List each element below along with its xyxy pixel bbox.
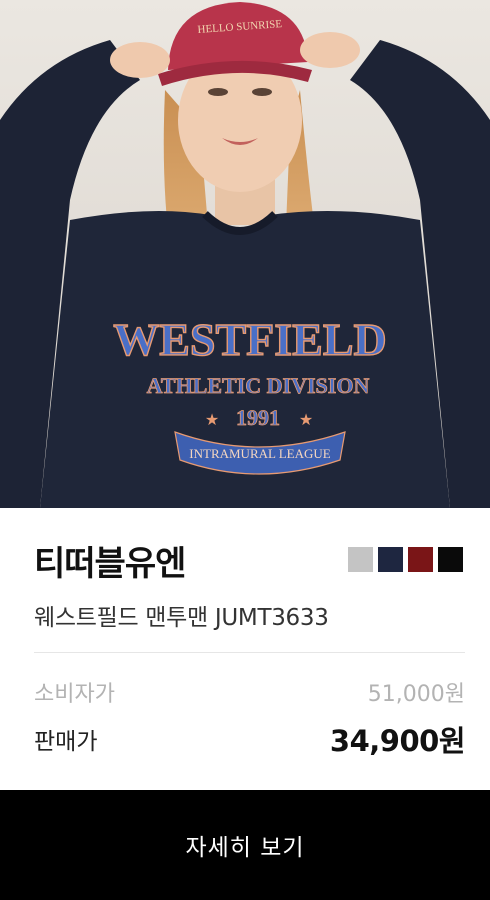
color-swatch-navy[interactable] [378,547,403,572]
print-line-2: ATHLETIC DIVISION [147,373,370,398]
star-icon: ★ [299,410,313,429]
sale-price: 34,900원 [329,724,466,758]
color-swatch-gray[interactable] [348,547,373,572]
color-swatch-black[interactable] [438,547,463,572]
product-image[interactable]: HELLO SUNRISE WESTFIELD ATHLETIC DIVISIO… [0,0,490,508]
color-swatches [348,547,463,572]
product-name[interactable]: 웨스트필드 맨투맨 JUMT3633 [34,598,329,632]
retail-price: 51,000원 [367,682,465,707]
print-banner: INTRAMURAL LEAGUE [189,446,330,461]
color-swatch-red[interactable] [408,547,433,572]
product-photo: HELLO SUNRISE WESTFIELD ATHLETIC DIVISIO… [0,0,490,508]
sale-price-label: 판매가 [34,729,98,755]
star-icon: ★ [205,410,219,429]
print-year: 1991 [236,405,280,430]
retail-price-row: 소비자가 51,000원 [34,676,465,708]
sale-price-row: 판매가 34,900원 [34,718,466,760]
divider [34,652,465,653]
retail-price-label: 소비자가 [34,682,115,707]
brand-name[interactable]: 티떠블유엔 [34,536,186,585]
print-line-1: WESTFIELD [113,314,387,365]
view-details-button[interactable]: 자세히 보기 [0,790,490,900]
product-info: 티떠블유엔 웨스트필드 맨투맨 JUMT3633 소비자가 51,000원 판매… [0,508,490,790]
